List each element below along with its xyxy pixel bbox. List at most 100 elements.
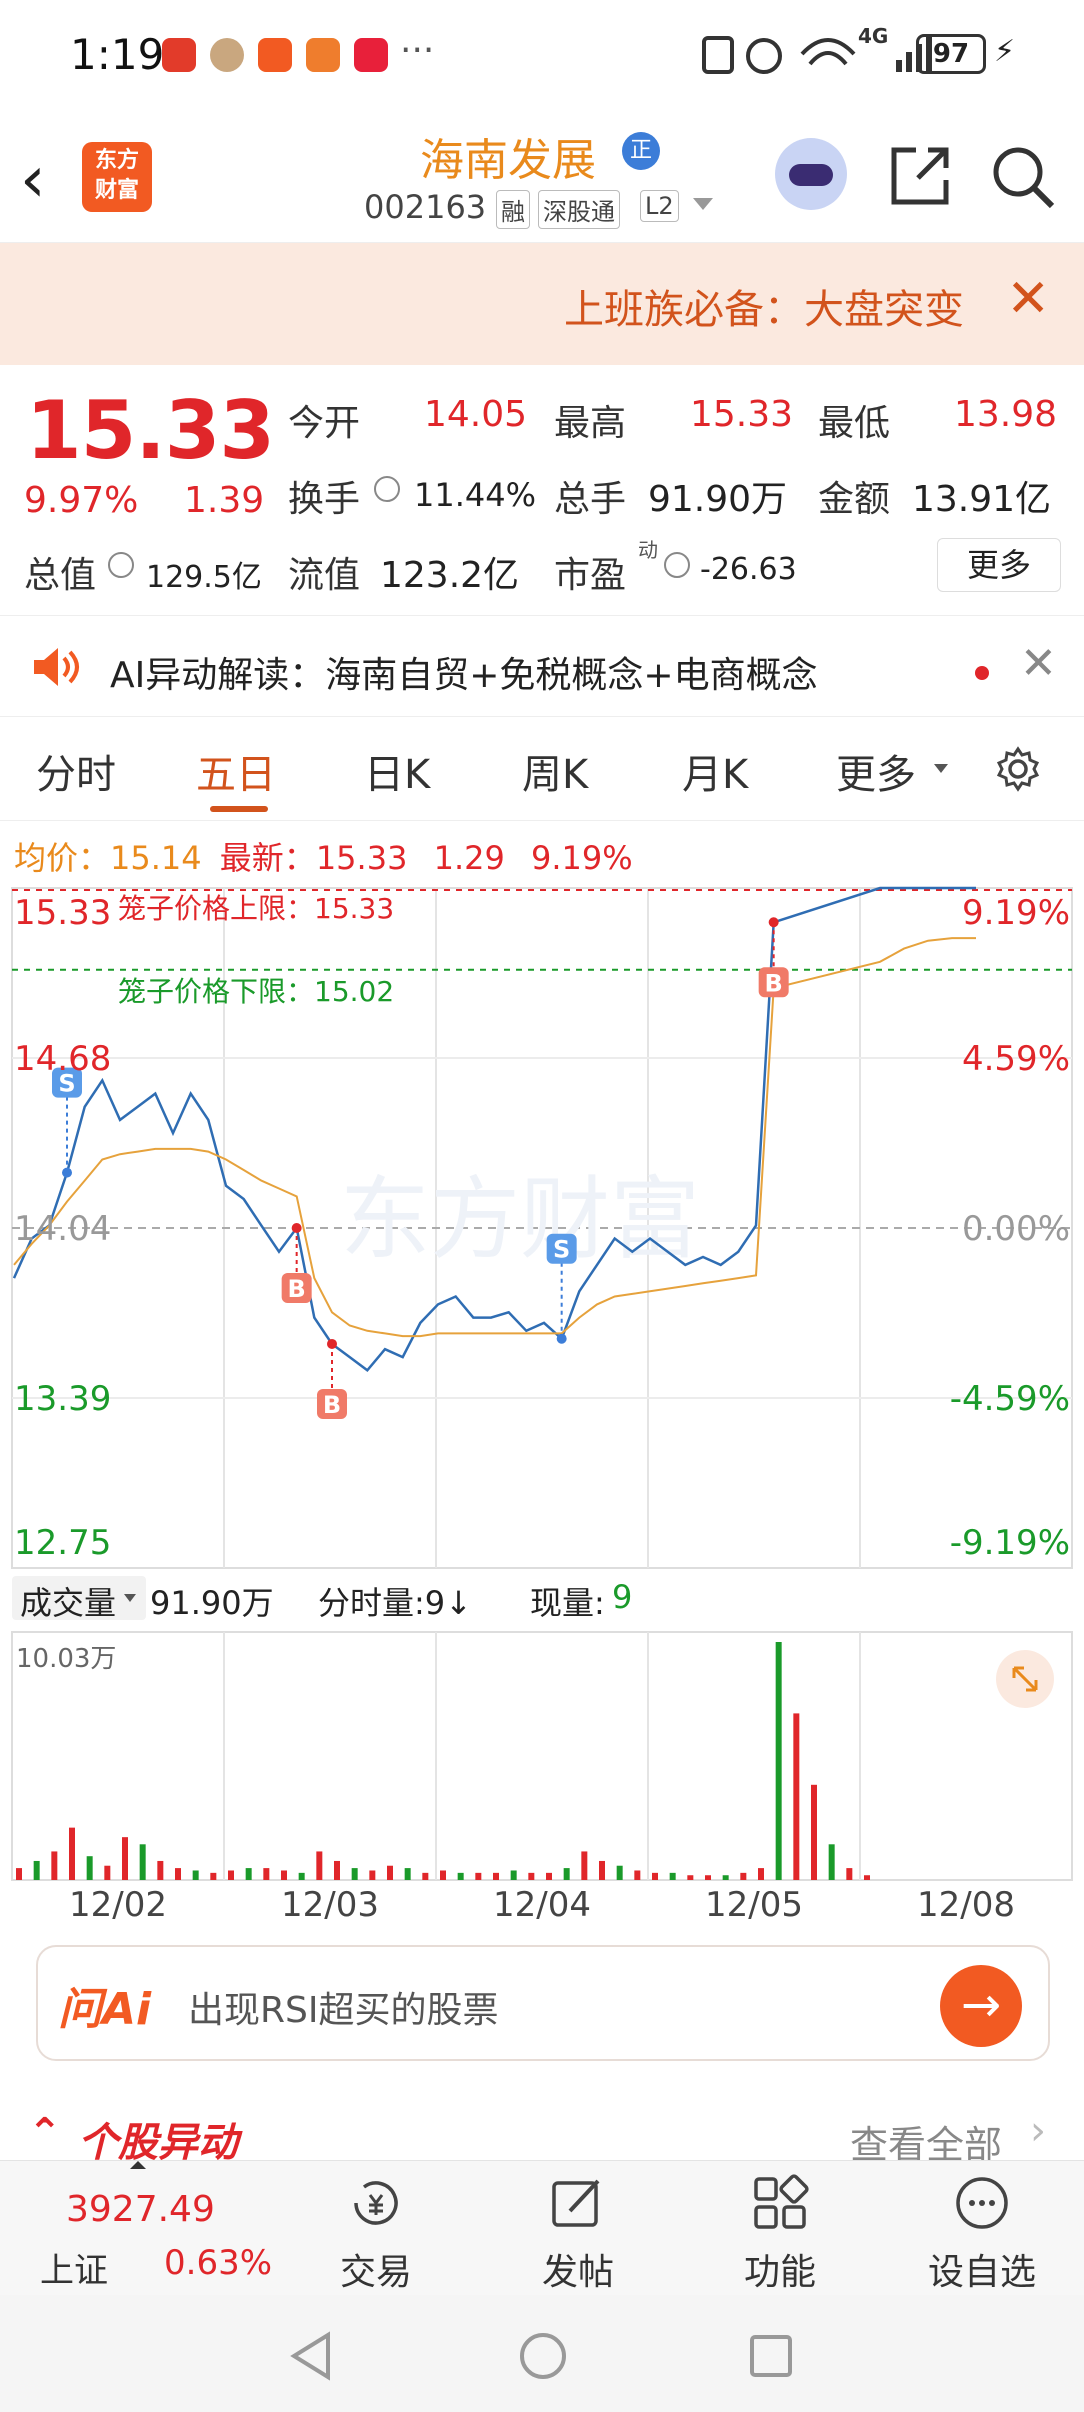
volume-bar <box>316 1851 323 1880</box>
arrow-right-icon[interactable]: → <box>940 1965 1022 2047</box>
home-circle-icon[interactable] <box>518 2331 568 2381</box>
volume-panel-frame <box>11 1631 1073 1881</box>
battery-level: 97 <box>916 34 986 74</box>
tab-more[interactable]: 更多 <box>836 742 916 800</box>
turnover-value: 11.44% <box>414 476 537 514</box>
stock-header: ‹ 东方 财富 海南发展 正 002163 融 深股通 L2 <box>0 110 1084 243</box>
nav-functions[interactable]: 功能 <box>710 2243 850 2295</box>
volume-bar <box>563 1868 570 1880</box>
gear-icon[interactable] <box>995 746 1041 792</box>
promo-banner[interactable]: 上班族必备：大盘突变 ✕ <box>0 243 1084 365</box>
info-icon[interactable] <box>108 552 134 578</box>
more-notifications-icon: ··· <box>400 30 435 71</box>
volume-bar <box>245 1868 252 1880</box>
avg-label: 均价： <box>14 839 111 877</box>
chart-period-tabs: 分时 五日 日K 周K 月K 更多 <box>0 720 1084 821</box>
volume-bar <box>228 1870 234 1880</box>
tab-monthly-k[interactable]: 月K <box>682 742 748 800</box>
x-tick-label: 12/02 <box>69 1885 167 1920</box>
nav-trade[interactable]: 交易 <box>306 2243 446 2295</box>
trade-icon[interactable] <box>346 2173 406 2233</box>
open-value: 14.05 <box>424 394 528 435</box>
ai-search-box[interactable]: 问Ai 出现RSI超买的股票 → <box>36 1945 1050 2061</box>
info-icon[interactable] <box>664 552 690 578</box>
tab-daily-k[interactable]: 日K <box>364 742 430 800</box>
tab-five-day[interactable]: 五日 <box>196 742 276 800</box>
logo-text: 东方 <box>94 148 139 173</box>
marker-label: S <box>553 1236 570 1264</box>
caret-up-icon <box>130 2161 146 2169</box>
price-summary-line: 均价：15.14 最新：15.33 1.29 9.19% <box>14 833 633 879</box>
latest-change: 1.29 <box>433 839 505 877</box>
turnover-label: 换手 <box>288 479 361 520</box>
y-tick-left: 14.68 <box>14 1039 111 1079</box>
high-label: 最高 <box>554 403 627 444</box>
volume-bar <box>864 1875 870 1880</box>
index-value[interactable]: 3927.49 <box>66 2189 215 2230</box>
change-amount: 1.39 <box>184 480 265 521</box>
now-volume-value: 9 <box>612 1578 633 1616</box>
volume-bar <box>422 1872 429 1880</box>
recents-square-icon[interactable] <box>748 2333 794 2379</box>
level2-tag: L2 <box>640 190 679 222</box>
y-tick-right: 4.59% <box>962 1039 1070 1079</box>
index-change[interactable]: 0.63% <box>164 2243 272 2283</box>
volume-unit[interactable]: 分时量:9↓ <box>318 1578 472 1624</box>
x-tick-label: 12/05 <box>705 1885 803 1920</box>
tab-intraday[interactable]: 分时 <box>36 742 116 800</box>
volume-bar <box>16 1868 22 1880</box>
logo-text: 财富 <box>94 178 139 203</box>
volume-selector[interactable]: 成交量 <box>12 1576 146 1622</box>
lower-limit-label: 笼子价格下限：15.02 <box>118 975 394 1008</box>
ai-analysis-bar[interactable]: AI异动解读：海南自贸+免税概念+电商概念 ✕ <box>0 615 1084 717</box>
x-tick-label: 12/04 <box>493 1885 591 1920</box>
ai-robot-icon[interactable] <box>775 138 847 210</box>
nav-watchlist[interactable]: 设自选 <box>912 2243 1052 2295</box>
chevron-up-icon[interactable]: ⌃ <box>28 2110 62 2156</box>
y-tick-left: 15.33 <box>14 893 111 933</box>
volume-bar <box>687 1875 694 1880</box>
volume-bar <box>86 1856 93 1880</box>
back-arrow-icon[interactable]: ‹ <box>20 148 46 212</box>
five-day-chart[interactable]: 东方财富 笼子价格上限：15.33 笼子价格下限：15.02 SBBSB 15.3… <box>0 880 1084 1920</box>
volume-selector-label: 成交量 <box>20 1584 117 1622</box>
volume-bar <box>457 1872 464 1880</box>
app-notification-icon <box>354 38 388 72</box>
volume-bar <box>793 1713 800 1880</box>
close-icon[interactable]: ✕ <box>1020 638 1057 689</box>
info-icon[interactable] <box>374 476 400 502</box>
marker-label: B <box>288 1275 306 1303</box>
x-tick-label: 12/08 <box>917 1885 1015 1920</box>
volume-bar <box>387 1865 393 1880</box>
volume-bar <box>528 1872 535 1880</box>
volume-bar <box>139 1844 146 1880</box>
nav-post[interactable]: 发帖 <box>508 2243 648 2295</box>
eastmoney-logo[interactable]: 东方 财富 <box>82 142 152 212</box>
watchlist-icon[interactable] <box>952 2173 1012 2233</box>
functions-icon[interactable] <box>750 2173 810 2233</box>
y-tick-right: -9.19% <box>950 1523 1070 1563</box>
volume-bar <box>192 1870 199 1880</box>
chart-lines <box>12 886 976 1373</box>
chevron-right-icon[interactable]: › <box>1030 2108 1046 2154</box>
search-icon[interactable] <box>990 144 1056 210</box>
close-icon[interactable]: ✕ <box>1006 269 1050 329</box>
volume-bar <box>722 1875 729 1880</box>
volume-max-label: 10.03万 <box>16 1644 117 1674</box>
more-button[interactable]: 更多 <box>937 538 1061 592</box>
back-triangle-icon[interactable] <box>288 2331 332 2381</box>
ai-search-placeholder[interactable]: 出现RSI超买的股票 <box>188 1981 498 2033</box>
index-name[interactable]: 上证 <box>40 2243 108 2292</box>
post-icon[interactable] <box>548 2173 608 2233</box>
volume-bar <box>811 1784 817 1880</box>
ai-analysis-text: AI异动解读：海南自贸+免税概念+电商概念 <box>110 655 818 696</box>
fullscreen-button[interactable] <box>996 1650 1054 1708</box>
mktcap-value: 129.5亿 <box>146 560 262 595</box>
tab-weekly-k[interactable]: 周K <box>522 742 588 800</box>
share-icon[interactable] <box>888 144 952 208</box>
stock-name[interactable]: 海南发展 <box>420 124 596 188</box>
chevron-down-icon[interactable] <box>693 198 713 210</box>
stock-code: 002163 <box>364 188 487 226</box>
y-tick-right: -4.59% <box>950 1379 1070 1419</box>
expand-icon <box>1012 1666 1038 1692</box>
